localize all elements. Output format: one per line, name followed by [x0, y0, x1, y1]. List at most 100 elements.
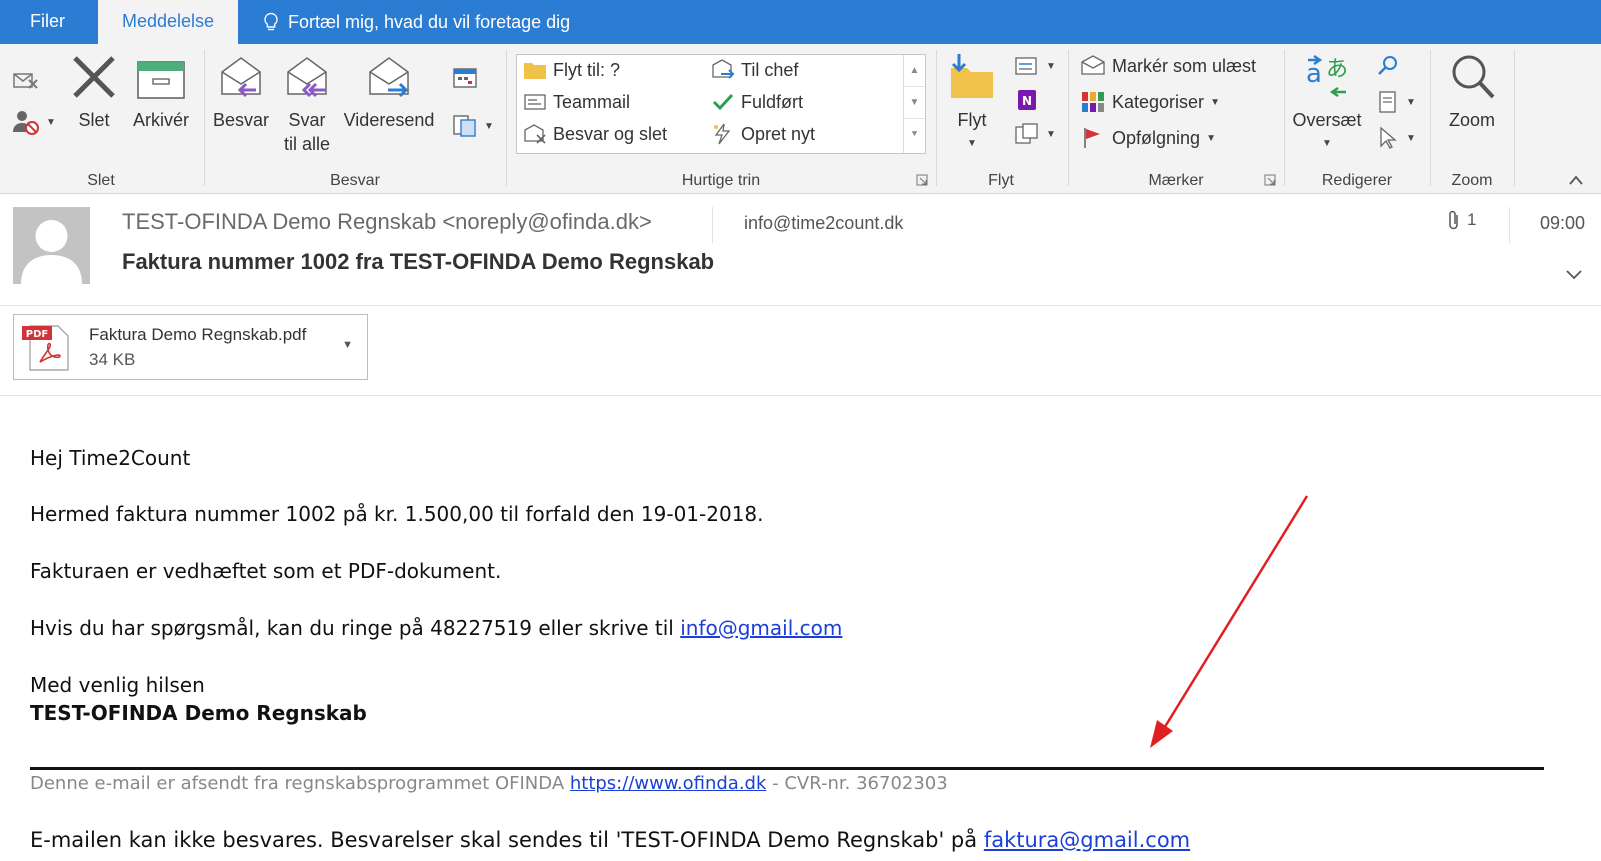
ribbon: ▼ Slet Arkivér Slet Besvar Svar til alle…: [0, 44, 1601, 194]
onenote-button[interactable]: N: [1014, 88, 1040, 112]
group-label-tags: Mærker: [1148, 172, 1204, 189]
unread-mail-icon: [1081, 55, 1105, 75]
footer-note: Denne e-mail er afsendt fra regnskabspro…: [30, 773, 948, 794]
group-label-quick-steps: Hurtige trin: [681, 172, 761, 189]
chevron-down-icon: ▼: [1322, 138, 1332, 149]
reply-delete-icon: [524, 124, 546, 144]
avatar: [13, 207, 90, 284]
group-quick-steps: Flyt til: ? Til chef Teammail Fuldført B…: [0, 44, 940, 194]
quick-step-move-to[interactable]: Flyt til: ?: [523, 59, 620, 81]
quick-step-label: Til chef: [741, 59, 799, 80]
faktura-email-link[interactable]: faktura@gmail.com: [984, 828, 1190, 852]
no-reply-text: E-mailen kan ikke besvares. Besvarelser …: [30, 828, 984, 852]
ribbon-tab-bar: Filer Meddelelse Fortæl mig, hvad du vil…: [0, 0, 1601, 44]
rules-icon: [1015, 57, 1037, 75]
pdf-icon: PDF: [22, 325, 69, 371]
chevron-down-icon: ▼: [1210, 96, 1220, 108]
find-icon: [1378, 56, 1397, 75]
scroll-up-icon[interactable]: ▲: [904, 55, 925, 87]
find-button[interactable]: [1376, 54, 1400, 78]
quick-step-team-email[interactable]: Teammail: [523, 91, 630, 113]
group-tags: Markér som ulæst Kategoriser ▼ Opfølgnin…: [1070, 44, 1282, 194]
footer-rule: [30, 767, 1544, 770]
follow-up-button[interactable]: Opfølgning ▼: [1080, 126, 1216, 150]
no-reply-note: E-mailen kan ikke besvares. Besvarelser …: [30, 828, 1190, 852]
recipient[interactable]: info@time2count.dk: [744, 213, 903, 234]
folder-icon: [524, 63, 546, 79]
move-folder-icon: [951, 54, 993, 98]
chevron-down-icon: ▼: [1046, 128, 1056, 140]
tell-me-search[interactable]: Fortæl mig, hvad du vil foretage dig: [262, 0, 570, 44]
mark-unread-button[interactable]: Markér som ulæst: [1080, 54, 1256, 78]
quick-step-label: Flyt til: ?: [553, 59, 621, 80]
related-button[interactable]: ▼: [1376, 90, 1416, 114]
translate-label: Oversæt: [1292, 110, 1362, 130]
attachment-count-value: 1: [1467, 210, 1477, 229]
mark-unread-label: Markér som ulæst: [1112, 55, 1257, 76]
checkmark-icon: [712, 93, 734, 111]
header-divider: [1509, 207, 1510, 243]
chevron-down-icon: ▼: [1046, 60, 1056, 72]
svg-text:N: N: [1022, 94, 1032, 108]
team-email-icon: [524, 94, 546, 110]
paperclip-icon: [1449, 210, 1458, 230]
tab-file[interactable]: Filer: [30, 0, 65, 44]
body-line: Fakturaen er vedhæftet som et PDF-dokume…: [30, 559, 502, 583]
quick-step-to-manager[interactable]: Til chef: [711, 59, 798, 81]
move-button[interactable]: Flyt ▼: [944, 52, 1000, 156]
greeting: Hej Time2Count: [30, 446, 191, 470]
subject: Faktura nummer 1002 fra TEST-OFINDA Demo…: [122, 249, 715, 274]
chevron-down-icon[interactable]: ▼: [342, 339, 353, 351]
dialog-launcher-icon[interactable]: [1264, 174, 1276, 186]
translate-icon: a あ: [1306, 55, 1348, 97]
attachment-name: Faktura Demo Regnskab.pdf: [89, 325, 307, 344]
rules-button[interactable]: ▼: [1014, 54, 1056, 78]
translate-button[interactable]: a あ Oversæt ▼: [1290, 52, 1364, 156]
attachment-card[interactable]: PDF Faktura Demo Regnskab.pdf 34 KB ▼: [13, 314, 368, 380]
actions-icon: [1015, 123, 1038, 144]
quick-step-create-new[interactable]: Opret nyt: [711, 123, 815, 145]
received-time: 09:00: [1539, 213, 1585, 233]
related-icon: [1379, 91, 1396, 113]
lightning-icon: [714, 123, 731, 145]
forward-mail-icon: [712, 59, 735, 79]
attachment-separator: [0, 395, 1601, 396]
scroll-down-icon[interactable]: ▼: [904, 87, 925, 119]
chevron-down-icon[interactable]: [1565, 269, 1583, 281]
group-zoom: Zoom Zoom: [1432, 44, 1512, 194]
quick-step-done[interactable]: Fuldført: [711, 91, 803, 113]
tell-me-label: Fortæl mig, hvad du vil foretage dig: [288, 12, 571, 32]
quick-steps-scrollbar[interactable]: ▲ ▼ ⯆: [903, 55, 925, 153]
group-label-zoom: Zoom: [1451, 172, 1493, 189]
closing: Med venlig hilsen: [30, 673, 205, 697]
header-divider: [712, 207, 713, 243]
dialog-launcher-icon[interactable]: [916, 174, 928, 186]
ofinda-website-link[interactable]: https://www.ofinda.dk: [570, 773, 767, 794]
ribbon-divider: [1068, 50, 1069, 186]
cursor-icon: [1380, 126, 1397, 149]
signature: TEST-OFINDA Demo Regnskab: [30, 701, 367, 725]
chevron-down-icon: ▼: [1406, 132, 1416, 144]
categorize-button[interactable]: Kategoriser ▼: [1080, 90, 1220, 114]
collapse-ribbon-icon[interactable]: [1567, 173, 1585, 187]
zoom-label: Zoom: [1448, 110, 1495, 130]
group-label-editing: Redigerer: [1321, 172, 1393, 189]
tab-message[interactable]: Meddelelse: [98, 0, 238, 44]
categorize-label: Kategoriser: [1112, 91, 1205, 112]
actions-button[interactable]: ▼: [1014, 122, 1056, 146]
expand-gallery-icon[interactable]: ⯆: [904, 119, 925, 151]
group-label-move: Flyt: [988, 172, 1014, 189]
ribbon-divider: [1514, 50, 1515, 186]
contact-email-link[interactable]: info@gmail.com: [680, 616, 842, 640]
follow-up-label: Opfølgning: [1112, 127, 1201, 148]
svg-text:あ: あ: [1326, 57, 1348, 82]
zoom-button[interactable]: Zoom: [1438, 52, 1506, 132]
attachment-count: 1: [1447, 209, 1476, 231]
select-button[interactable]: ▼: [1376, 126, 1416, 150]
sender[interactable]: TEST-OFINDA Demo Regnskab <noreply@ofind…: [122, 209, 652, 235]
quick-step-reply-delete[interactable]: Besvar og slet: [523, 123, 667, 145]
chevron-down-icon: ▼: [1406, 96, 1416, 108]
footer-cvr: - CVR-nr. 36702303: [766, 773, 948, 794]
magnifier-icon: [1452, 55, 1495, 99]
message-header: TEST-OFINDA Demo Regnskab <noreply@ofind…: [0, 195, 1601, 305]
